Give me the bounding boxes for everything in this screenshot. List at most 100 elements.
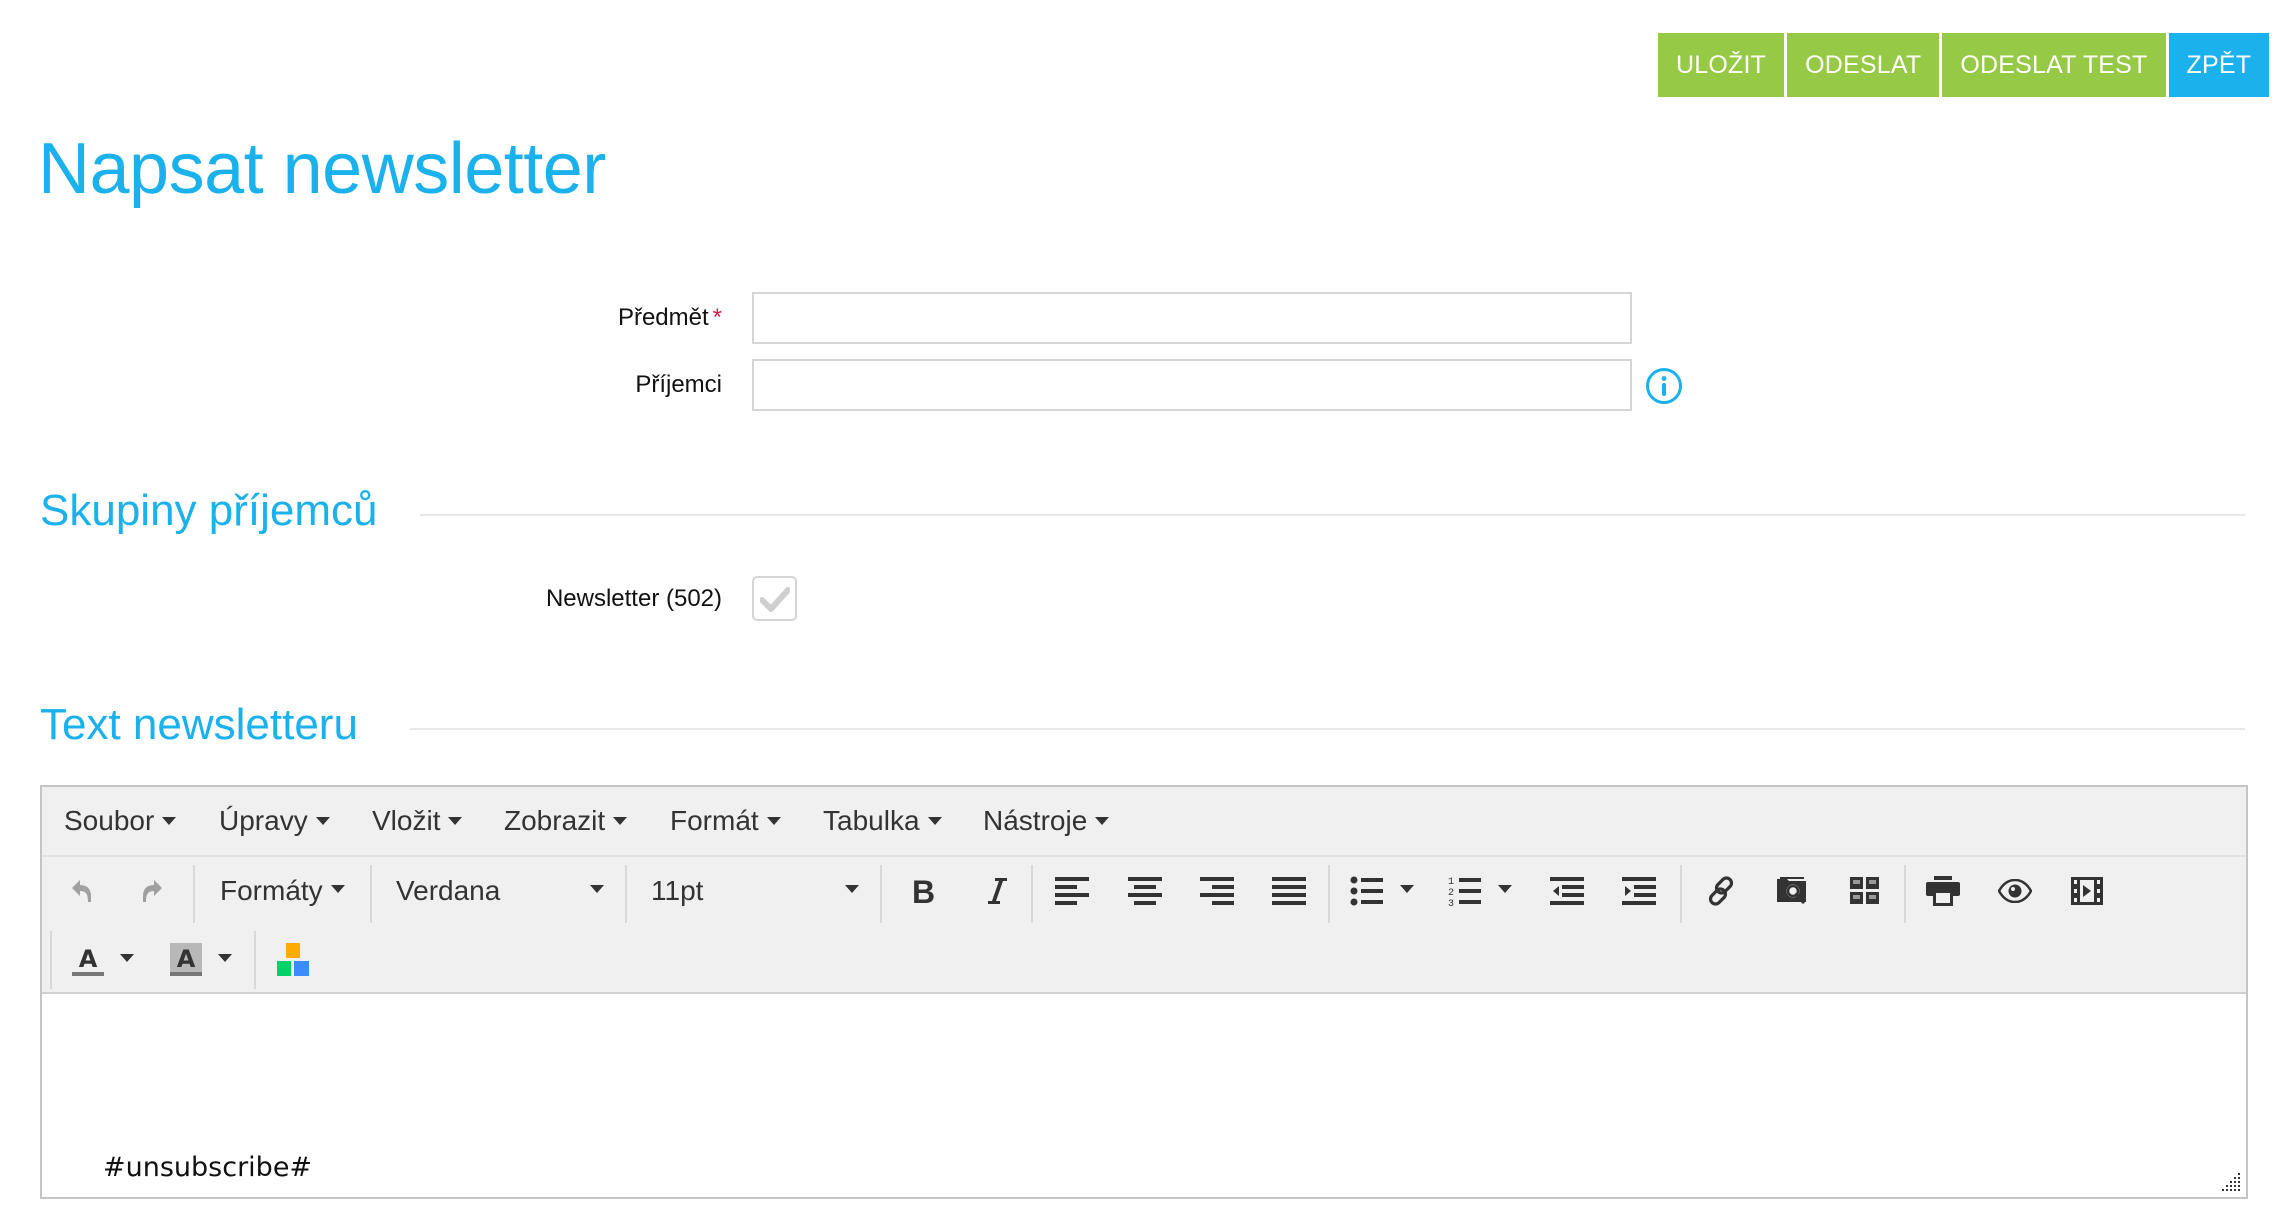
toolbar-separator — [193, 865, 195, 923]
text-color-icon: A — [72, 945, 104, 976]
font-size-select[interactable]: 11pt — [637, 857, 879, 925]
menu-tools-label: Nástroje — [983, 805, 1088, 836]
italic-icon — [988, 878, 1007, 904]
chevron-down-icon — [120, 954, 134, 962]
group-checkbox[interactable] — [752, 576, 797, 621]
subject-label-text: Předmět — [617, 304, 709, 331]
toolbar-separator — [1680, 865, 1682, 923]
print-icon — [1926, 876, 1960, 906]
svg-text:B: B — [912, 876, 934, 906]
menu-insert-label: Vložit — [372, 805, 441, 836]
bullet-list-button[interactable] — [1342, 857, 1392, 925]
bullet-list-icon — [1350, 876, 1383, 906]
media-button[interactable] — [2062, 857, 2112, 925]
info-icon[interactable] — [1645, 367, 1683, 405]
indent-button[interactable] — [1614, 857, 1664, 925]
link-icon — [1708, 876, 1734, 906]
chevron-down-icon — [448, 816, 463, 825]
editor-content-area[interactable]: #unsubscribe# — [42, 996, 2246, 1197]
numbered-list-options[interactable] — [1490, 857, 1520, 925]
toolbar-separator — [50, 931, 52, 989]
chevron-down-icon — [218, 954, 232, 962]
menu-view[interactable]: Zobrazit — [504, 787, 628, 855]
italic-button[interactable] — [972, 857, 1022, 925]
svg-text:2: 2 — [1448, 888, 1454, 899]
color-blocks-icon — [277, 943, 309, 976]
templates-button[interactable] — [1840, 857, 1890, 925]
bold-button[interactable]: B — [897, 857, 947, 925]
background-color-button[interactable]: A — [162, 927, 210, 993]
menu-view-label: Zobrazit — [504, 805, 606, 836]
print-button[interactable] — [1918, 857, 1968, 925]
file-browser-button[interactable] — [1768, 857, 1818, 925]
groups-heading: Skupiny příjemců — [40, 486, 378, 535]
subject-row: Předmět * — [0, 292, 2276, 344]
background-color-options[interactable] — [210, 927, 240, 993]
resize-handle[interactable] — [2222, 1173, 2242, 1193]
file-search-icon — [1777, 877, 1806, 904]
groups-divider — [420, 514, 2245, 516]
menu-table[interactable]: Tabulka — [823, 787, 942, 855]
align-left-button[interactable] — [1047, 857, 1097, 925]
numbered-list-button[interactable]: 123 — [1440, 857, 1490, 925]
required-mark: * — [712, 304, 722, 331]
toolbar-row-2: A A — [42, 927, 2246, 993]
bold-icon: B — [912, 876, 934, 906]
text-section-heading: Text newsletteru — [40, 700, 358, 749]
menu-format[interactable]: Formát — [670, 787, 781, 855]
back-button[interactable]: ZPĚT — [2168, 33, 2270, 97]
toolbar-separator — [880, 865, 882, 923]
checkmark-icon — [759, 586, 790, 612]
align-center-icon — [1128, 877, 1162, 905]
chevron-down-icon — [1400, 885, 1414, 893]
toolbar-separator — [1031, 865, 1033, 923]
outdent-button[interactable] — [1542, 857, 1592, 925]
font-family-select[interactable]: Verdana — [382, 857, 624, 925]
svg-text:A: A — [79, 945, 98, 973]
align-right-icon — [1200, 877, 1234, 905]
align-right-button[interactable] — [1192, 857, 1242, 925]
svg-text:A: A — [177, 945, 196, 973]
bullet-list-options[interactable] — [1392, 857, 1422, 925]
link-button[interactable] — [1696, 857, 1746, 925]
editor-content-text[interactable]: #unsubscribe# — [103, 1152, 312, 1183]
align-justify-icon — [1272, 877, 1306, 905]
chevron-down-icon — [1498, 885, 1512, 893]
editor-toolbar: Formáty Verdana 11pt B 1 2 3 A A — [42, 857, 2246, 994]
align-center-button[interactable] — [1120, 857, 1170, 925]
align-justify-button[interactable] — [1264, 857, 1314, 925]
film-icon — [2071, 877, 2103, 905]
template-grid-icon — [1850, 877, 1879, 904]
menu-tools[interactable]: Nástroje — [983, 787, 1110, 855]
send-button[interactable]: ODESLAT — [1787, 33, 1940, 97]
redo-button[interactable] — [128, 857, 178, 925]
font-family-value: Verdana — [396, 875, 501, 906]
text-color-options[interactable] — [112, 927, 142, 993]
send-test-button[interactable]: ODESLAT TEST — [1942, 33, 2166, 97]
resize-grip-icon — [2222, 1173, 2240, 1191]
color-blocks-button[interactable] — [268, 927, 318, 993]
menu-file[interactable]: Soubor — [64, 787, 177, 855]
menu-edit[interactable]: Úpravy — [219, 787, 330, 855]
group-item: Newsletter (502) — [0, 576, 2276, 622]
recipients-input[interactable] — [752, 359, 1632, 411]
formats-dropdown[interactable]: Formáty — [210, 857, 380, 925]
save-button[interactable]: ULOŽIT — [1658, 33, 1785, 97]
numbered-list-icon: 123 — [1448, 877, 1481, 907]
text-color-button[interactable]: A — [64, 927, 112, 993]
preview-button[interactable] — [1990, 857, 2040, 925]
toolbar-row-1: Formáty Verdana 11pt B 1 2 3 — [42, 857, 2246, 925]
menu-table-label: Tabulka — [823, 805, 920, 836]
redo-icon — [143, 880, 162, 902]
menu-format-label: Formát — [670, 805, 759, 836]
toolbar-separator — [370, 865, 372, 923]
undo-icon — [72, 880, 91, 902]
background-color-icon: A — [170, 943, 202, 976]
undo-button[interactable] — [56, 857, 106, 925]
menu-insert[interactable]: Vložit — [372, 787, 463, 855]
menu-file-label: Soubor — [64, 805, 155, 836]
text-section-divider — [410, 728, 2245, 730]
chevron-down-icon — [766, 816, 781, 825]
toolbar-separator — [254, 931, 256, 989]
subject-input[interactable] — [752, 292, 1632, 344]
